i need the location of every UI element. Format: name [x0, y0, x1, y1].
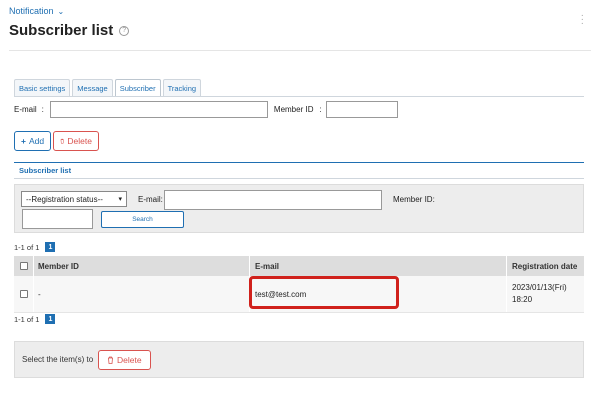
search-panel: --Registration status-- ▾ E-mail: Member… [14, 184, 584, 233]
page-number-button[interactable]: 1 [45, 314, 56, 324]
page-title: Subscriber list ? [9, 22, 130, 39]
trash-icon [60, 138, 64, 144]
pagination-range: 1-1 of 1 [14, 242, 40, 252]
cell-registration-date: 2023/01/13(Fri) 18:20 [507, 276, 584, 312]
member-id-field[interactable] [325, 101, 398, 118]
email-highlight-box [249, 276, 399, 309]
notification-menu-label: Notification [9, 6, 54, 16]
member-id-label: Member ID [273, 105, 314, 114]
column-registration-date[interactable]: Registration date [507, 256, 584, 276]
delete-button[interactable]: Delete [53, 131, 99, 151]
row-checkbox-cell [14, 276, 34, 312]
pagination-range: 1-1 of 1 [14, 314, 40, 324]
help-icon[interactable]: ? [119, 25, 130, 36]
notification-menu[interactable]: Notification ⌄ [9, 6, 64, 16]
more-options-icon[interactable]: · · · [581, 11, 584, 29]
registration-status-select[interactable]: --Registration status-- ▾ [21, 191, 127, 207]
row-checkbox[interactable] [19, 290, 28, 298]
cell-member-id: - [34, 276, 250, 312]
bulk-action-panel: Select the item(s) to Delete [14, 341, 584, 378]
select-all-checkbox[interactable] [19, 262, 28, 270]
pagination-top: 1-1 of 1 1 [14, 242, 56, 252]
plus-icon: + [21, 136, 26, 146]
page-number-button[interactable]: 1 [45, 242, 56, 252]
column-email[interactable]: E-mail [250, 256, 507, 276]
registration-status-value: --Registration status-- [26, 194, 103, 204]
trash-icon [108, 356, 113, 364]
tab-basic-settings[interactable]: Basic settings [14, 79, 71, 96]
bulk-delete-label: Delete [117, 355, 142, 365]
tabs-divider [14, 96, 584, 97]
add-button[interactable]: + Add [14, 131, 51, 151]
registration-date-value: 2023/01/13(Fri) [512, 283, 567, 292]
email-field[interactable] [49, 101, 268, 118]
section-title: Subscriber list [14, 162, 584, 179]
chevron-down-icon: ▾ [118, 196, 122, 203]
tab-bar: Basic settings Message Subscriber Tracki… [14, 79, 202, 96]
pagination-bottom: 1-1 of 1 1 [14, 314, 56, 324]
delete-button-label: Delete [67, 136, 92, 146]
member-id-sep: : [319, 105, 322, 114]
tab-subscriber[interactable]: Subscriber [114, 79, 161, 96]
filter-row: E-mail : Member ID : [14, 101, 398, 118]
header-checkbox-cell [14, 256, 34, 276]
bulk-delete-button[interactable]: Delete [98, 350, 151, 370]
chevron-down-icon: ⌄ [57, 6, 65, 16]
search-button[interactable]: Search [101, 211, 184, 228]
bulk-action-label: Select the item(s) to [22, 355, 94, 364]
search-email-field[interactable] [164, 190, 382, 210]
search-email-label: E-mail: [138, 195, 163, 204]
page-title-text: Subscriber list [9, 22, 114, 39]
tab-tracking[interactable]: Tracking [162, 79, 202, 96]
email-sep: : [41, 105, 44, 114]
title-divider [9, 50, 591, 51]
column-member-id[interactable]: Member ID [34, 256, 250, 276]
search-member-id-label: Member ID: [393, 195, 435, 204]
search-member-id-field[interactable] [22, 209, 93, 229]
tab-message[interactable]: Message [72, 79, 113, 96]
registration-time-value: 18:20 [512, 295, 533, 304]
table-header: Member ID E-mail Registration date [14, 256, 584, 276]
email-label: E-mail [14, 105, 37, 114]
add-button-label: Add [28, 136, 45, 146]
